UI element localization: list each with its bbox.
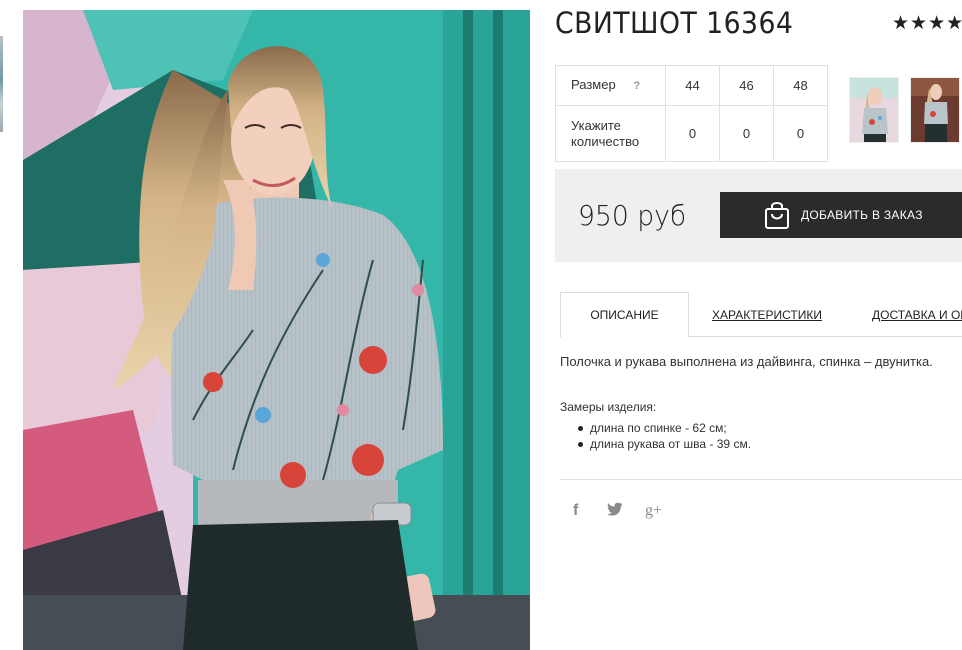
size-cell-48: 48 [773, 65, 828, 106]
divider [560, 479, 962, 480]
add-to-order-button[interactable]: ДОБАВИТЬ В ЗАКАЗ [720, 192, 962, 238]
size-row: Размер ? 44 46 48 [555, 65, 828, 106]
size-label-cell: Размер ? [555, 65, 666, 106]
size-cell-46: 46 [719, 65, 774, 106]
product-tabs: ОПИСАНИЕ ХАРАКТЕРИСТИКИ ДОСТАВКА И ОПЛАТ… [560, 292, 962, 338]
product-thumbnail-2[interactable] [910, 77, 960, 143]
quantity-input-46[interactable]: 0 [719, 105, 774, 162]
quantity-input-44[interactable]: 0 [665, 105, 720, 162]
size-help-icon[interactable]: ? [633, 80, 640, 92]
rating-stars: ★★★★ [892, 13, 962, 34]
shopping-bag-icon [765, 202, 789, 229]
measures-title: Замеры изделия: [560, 400, 657, 414]
facebook-icon[interactable]: f [573, 502, 578, 520]
twitter-icon[interactable] [607, 502, 623, 521]
google-plus-icon[interactable]: g+ [645, 502, 662, 520]
edge-thumbnail-strip [0, 36, 3, 132]
quantity-row: Укажите количество 0 0 0 [555, 105, 828, 162]
measures-list: длина по спинке - 62 см; длина рукава от… [577, 420, 752, 452]
product-main-photo[interactable] [23, 10, 530, 650]
quantity-label: Укажите количество [555, 105, 666, 162]
product-price: 950 руб [578, 199, 687, 232]
list-item: длина по спинке - 62 см; [577, 420, 751, 436]
tab-delivery[interactable]: ДОСТАВКА И ОПЛАТА [872, 292, 962, 337]
description-text: Полочка и рукава выполнена из дайвинга, … [560, 354, 933, 369]
size-quantity-table: Размер ? 44 46 48 Укажите количество 0 0… [555, 65, 828, 162]
quantity-input-48[interactable]: 0 [773, 105, 828, 162]
tab-characteristics[interactable]: ХАРАКТЕРИСТИКИ [712, 292, 822, 337]
price-panel: 950 руб ДОБАВИТЬ В ЗАКАЗ [555, 169, 962, 262]
add-to-order-label: ДОБАВИТЬ В ЗАКАЗ [801, 208, 923, 222]
product-title: СВИТШОТ 16364 [555, 6, 794, 40]
size-label: Размер [571, 77, 616, 92]
product-thumbnail-1[interactable] [849, 77, 899, 143]
tab-description[interactable]: ОПИСАНИЕ [560, 292, 689, 338]
list-item: длина рукава от шва - 39 см. [577, 437, 752, 451]
size-cell-44: 44 [665, 65, 720, 106]
